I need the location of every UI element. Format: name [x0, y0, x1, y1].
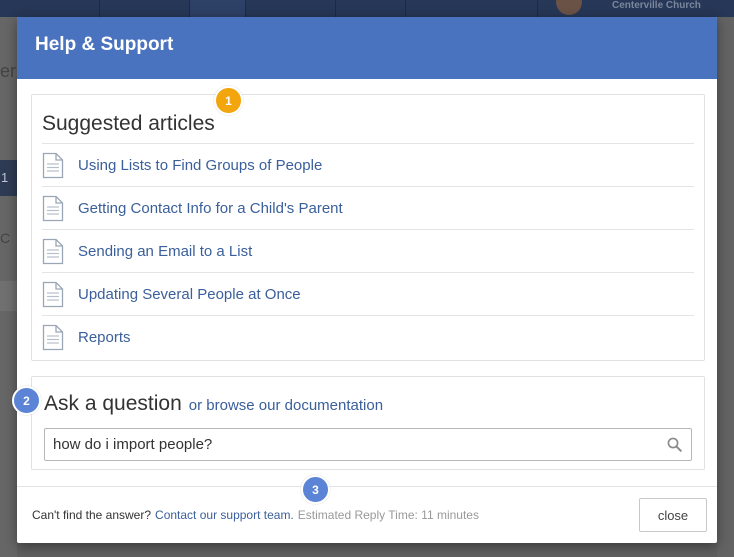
background-left-strip: er 1 C — [0, 17, 17, 557]
callout-badge-1: 1 — [214, 86, 243, 115]
modal-footer: Can't find the answer? Contact our suppo… — [17, 486, 717, 543]
background-nav-tab — [190, 0, 246, 17]
modal-title: Help & Support — [35, 34, 174, 55]
background-text-fragment: er — [0, 61, 17, 81]
background-user-menu: Centerville Church — [538, 0, 734, 17]
background-text-fragment: 1 — [0, 160, 17, 196]
background-right-strip — [717, 17, 734, 557]
background-nav-tab — [336, 0, 406, 17]
article-item[interactable]: Reports — [42, 315, 694, 358]
background-nav-tab — [100, 0, 190, 17]
ask-question-row: Ask a question or browse our documentati… — [44, 392, 692, 420]
modal-header: Help & Support — [17, 17, 717, 79]
article-link[interactable]: Getting Contact Info for a Child's Paren… — [78, 200, 343, 217]
document-icon — [42, 324, 64, 350]
background-nav-tab — [0, 0, 100, 17]
search-input[interactable] — [45, 429, 655, 460]
article-link[interactable]: Reports — [78, 329, 131, 346]
background-org-name: Centerville Church — [612, 0, 701, 11]
article-link[interactable]: Using Lists to Find Groups of People — [78, 157, 322, 174]
background-nav-tab — [406, 0, 538, 17]
suggested-articles-panel: Suggested articles Using Lists to Find G… — [31, 94, 705, 361]
browse-documentation-link[interactable]: or browse our documentation — [189, 397, 383, 414]
help-support-modal: Help & Support Suggested articles Using … — [17, 17, 717, 543]
search-box — [44, 428, 692, 461]
article-link[interactable]: Sending an Email to a List — [78, 243, 252, 260]
article-link[interactable]: Updating Several People at Once — [78, 286, 301, 303]
search-icon[interactable] — [667, 437, 682, 452]
article-list: Using Lists to Find Groups of People Get… — [42, 143, 694, 358]
close-button[interactable]: close — [639, 498, 707, 532]
suggested-articles-heading: Suggested articles — [42, 112, 215, 135]
background-text-fragment: C — [0, 230, 11, 246]
article-item[interactable]: Updating Several People at Once — [42, 272, 694, 315]
document-icon — [42, 281, 64, 307]
contact-support-link[interactable]: Contact our support team. — [155, 508, 294, 522]
document-icon — [42, 238, 64, 264]
callout-badge-3: 3 — [301, 475, 330, 504]
callout-badge-2: 2 — [12, 386, 41, 415]
ask-question-panel: Ask a question or browse our documentati… — [31, 376, 705, 470]
avatar — [556, 0, 582, 15]
article-item[interactable]: Using Lists to Find Groups of People — [42, 143, 694, 186]
article-item[interactable]: Sending an Email to a List — [42, 229, 694, 272]
document-icon — [42, 152, 64, 178]
article-item[interactable]: Getting Contact Info for a Child's Paren… — [42, 186, 694, 229]
ask-question-heading: Ask a question — [44, 392, 182, 415]
estimated-reply-time: Estimated Reply Time: 11 minutes — [297, 508, 479, 522]
background-nav-tab — [246, 0, 336, 17]
background-band — [0, 281, 17, 311]
document-icon — [42, 195, 64, 221]
footer-prompt: Can't find the answer? — [32, 508, 152, 522]
